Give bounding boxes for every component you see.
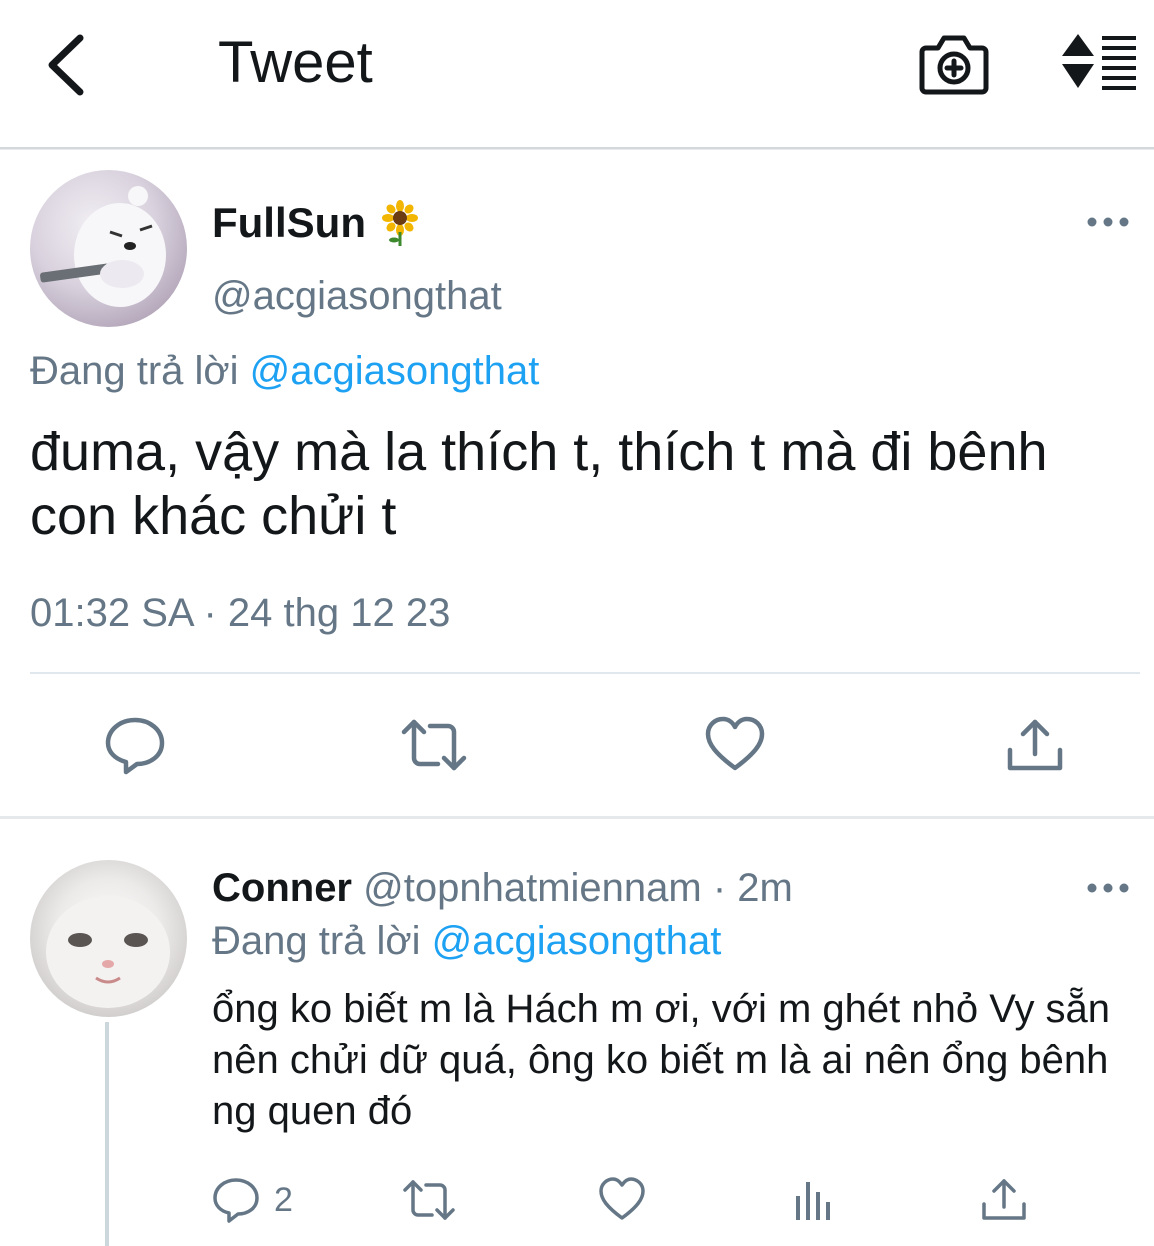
camera-plus-icon (919, 35, 989, 95)
bear-avatar-image (40, 186, 166, 307)
like-button[interactable] (598, 1176, 646, 1224)
more-horizontal-icon (1087, 217, 1129, 227)
avatar[interactable] (30, 170, 187, 327)
replying-prefix: Đang trả lời (212, 919, 421, 963)
replying-prefix: Đang trả lời (30, 349, 239, 393)
replying-to: Đang trả lời @acgiasongthat (212, 916, 721, 966)
sunflower-icon (380, 200, 420, 246)
more-horizontal-icon (1087, 883, 1129, 893)
cat-avatar-image (46, 896, 170, 1008)
heart-icon (599, 1177, 645, 1220)
tweet-timestamp: 01:32 SA · 24 thg 12 23 (30, 591, 451, 635)
reply-count: 2 (274, 1181, 293, 1219)
section-separator (0, 816, 1154, 819)
replying-to-link[interactable]: @acgiasongthat (432, 919, 722, 963)
replying-to-link[interactable]: @acgiasongthat (250, 349, 540, 393)
more-options-button[interactable] (1086, 212, 1130, 232)
heart-icon (705, 716, 765, 771)
reply-button[interactable] (104, 714, 166, 776)
share-button[interactable] (980, 1176, 1028, 1224)
share-icon (1007, 719, 1063, 771)
chevron-left-icon (48, 34, 84, 96)
share-button[interactable] (1004, 714, 1066, 776)
bar-chart-icon (796, 1182, 830, 1220)
reply-author-name[interactable]: Conner (212, 866, 352, 910)
thread-line (105, 1022, 109, 1246)
author-handle[interactable]: @acgiasongthat (212, 272, 502, 320)
comment-icon (213, 1178, 259, 1223)
camera-button[interactable] (918, 30, 990, 96)
retweet-button[interactable] (402, 1176, 455, 1224)
share-icon (982, 1179, 1026, 1220)
reply-header: Conner @topnhatmiennam · 2m (212, 864, 793, 912)
retweet-icon (401, 719, 467, 771)
author-name[interactable]: FullSun (212, 198, 366, 248)
replying-to: Đang trả lời @acgiasongthat (30, 346, 539, 396)
sort-lines-icon (1062, 34, 1136, 90)
more-options-button[interactable] (1086, 878, 1130, 898)
top-bar: Tweet (0, 0, 1154, 149)
sort-button[interactable] (1058, 30, 1140, 96)
reply-button[interactable] (212, 1176, 260, 1224)
page-title: Tweet (218, 30, 373, 95)
like-button[interactable] (704, 714, 766, 776)
divider (30, 672, 1140, 674)
analytics-button[interactable] (790, 1176, 838, 1224)
reply-text: ổng ko biết m là Hách m ơi, với m ghét n… (212, 987, 1111, 1133)
comment-icon (105, 717, 165, 775)
retweet-button[interactable] (400, 714, 467, 776)
tweet-text: đuma, vậy mà la thích t, thích t mà đi b… (30, 422, 1048, 546)
retweet-icon (403, 1180, 455, 1220)
avatar[interactable] (30, 860, 187, 1017)
back-button[interactable] (40, 30, 100, 100)
reply-author-handle[interactable]: @topnhatmiennam · 2m (363, 866, 793, 910)
